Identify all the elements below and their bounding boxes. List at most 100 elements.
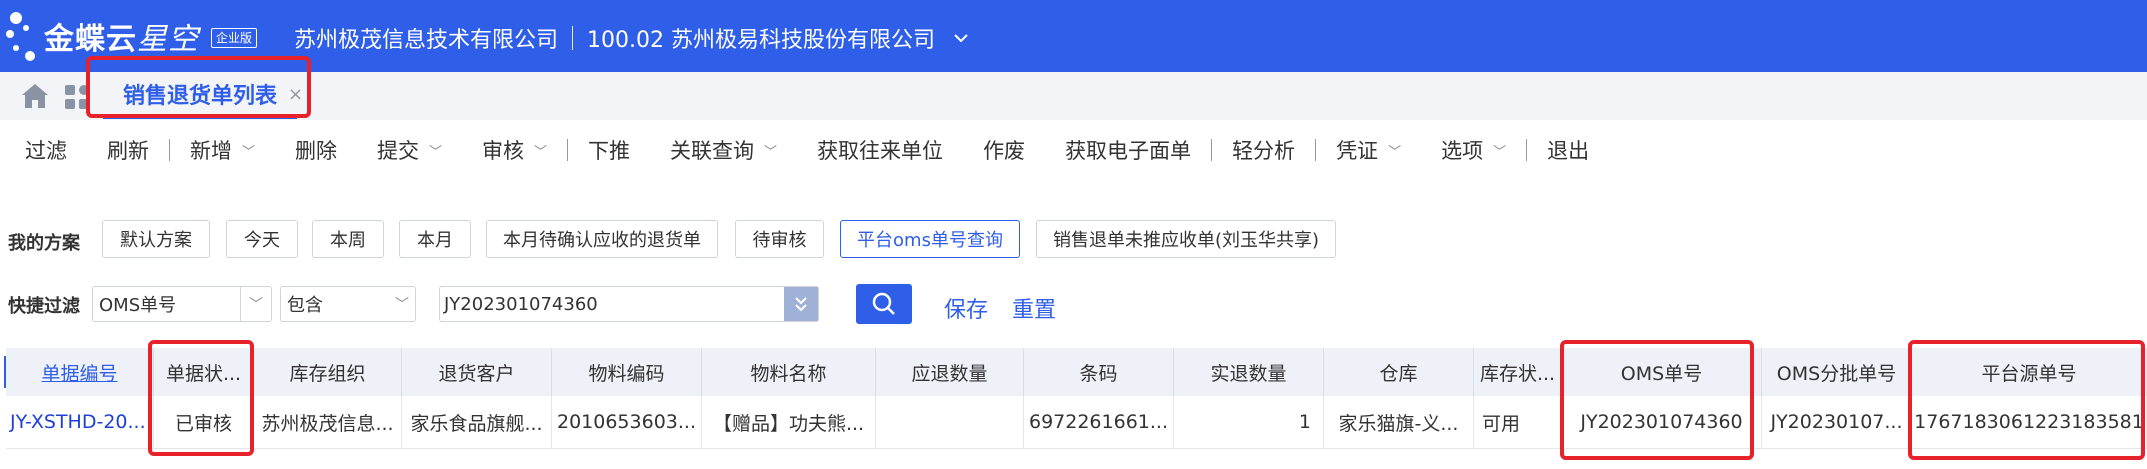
- chevron-down-icon[interactable]: ﹀: [1493, 141, 1506, 160]
- top-bar: 金蝶云星空 企业版 苏州极茂信息技术有限公司 100.02 苏州极易科技股份有限…: [0, 0, 2147, 72]
- cell-return-customer: 家乐食品旗舰...: [402, 396, 552, 448]
- filter-value-input[interactable]: JY202301074360: [439, 286, 819, 322]
- quick-filter-label: 快捷过滤: [8, 296, 80, 317]
- my-schemes-label: 我的方案: [8, 233, 80, 254]
- double-chevron-down-icon[interactable]: [784, 287, 818, 321]
- column-platform-source-no[interactable]: 平台源单号: [1912, 348, 2147, 396]
- search-icon: [872, 292, 895, 315]
- table-header: 单据编号 单据状... 库存组织 退货客户 物料编码 物料名称 应退数量 条码 …: [6, 348, 2147, 396]
- home-icon[interactable]: [20, 82, 50, 110]
- toolbar: 过滤 刷新 新增 ﹀ 删除 提交 ﹀ 审核 ﹀ 下推 关联查询 ﹀ 获取往来单位 作废 …: [0, 120, 2147, 180]
- column-return-customer[interactable]: 退货客户: [402, 348, 552, 396]
- table-row[interactable]: JY-XSTHD-20... 已审核 苏州极茂信息... 家乐食品旗舰... 2…: [6, 396, 2147, 449]
- related-query-button[interactable]: 关联查询 ﹀: [650, 135, 797, 165]
- cell-bill-status: 已审核: [154, 396, 254, 448]
- scheme-this-week[interactable]: 本周: [312, 220, 384, 258]
- void-label: 作废: [983, 139, 1026, 163]
- scheme-pending-audit[interactable]: 待审核: [735, 220, 824, 258]
- new-label: 新增: [190, 139, 232, 163]
- chevron-down-icon[interactable]: [953, 28, 969, 49]
- column-oms-batch-no[interactable]: OMS分批单号: [1762, 348, 1912, 396]
- current-org[interactable]: 苏州极茂信息技术有限公司: [294, 22, 558, 54]
- submit-label: 提交: [377, 139, 420, 163]
- chevron-down-icon[interactable]: ﹀: [395, 287, 409, 321]
- search-button[interactable]: [856, 284, 912, 324]
- tab-sales-return-list[interactable]: 销售退货单列表: [103, 80, 298, 119]
- chevron-down-icon[interactable]: ﹀: [764, 141, 777, 160]
- options-label: 选项: [1441, 139, 1484, 163]
- voucher-button[interactable]: 凭证 ﹀: [1316, 135, 1421, 165]
- chevron-down-icon[interactable]: ﹀: [429, 141, 442, 160]
- column-qty-returned[interactable]: 实退数量: [1174, 348, 1324, 396]
- current-account[interactable]: 100.02 苏州极易科技股份有限公司: [587, 22, 935, 54]
- cell-oms-no: JY202301074360: [1562, 396, 1762, 448]
- scheme-default[interactable]: 默认方案: [102, 220, 210, 258]
- filter-value-text[interactable]: JY202301074360: [444, 294, 598, 315]
- product-logo: 金蝶云星空: [44, 14, 199, 58]
- chevron-down-icon[interactable]: ﹀: [534, 141, 547, 160]
- chevron-down-icon[interactable]: ﹀: [242, 141, 255, 160]
- scheme-unpushed-receivable[interactable]: 销售退单未推应收单(刘玉华共享): [1036, 220, 1336, 258]
- scheme-pending-receivable[interactable]: 本月待确认应收的退货单: [486, 220, 718, 258]
- column-bill-no[interactable]: 单据编号: [6, 348, 154, 396]
- cell-bill-no[interactable]: JY-XSTHD-20...: [6, 396, 154, 448]
- cell-stock-status: 可用: [1474, 396, 1562, 448]
- audit-label: 审核: [482, 139, 525, 163]
- void-button[interactable]: 作废: [963, 135, 1045, 165]
- org-switcher[interactable]: 苏州极茂信息技术有限公司 100.02 苏州极易科技股份有限公司: [294, 22, 969, 54]
- column-stock-org[interactable]: 库存组织: [254, 348, 402, 396]
- audit-button[interactable]: 审核 ﹀: [462, 135, 567, 165]
- logo-brand: 金蝶云: [44, 22, 137, 57]
- cell-material-name: 【赠品】功夫熊...: [702, 396, 876, 448]
- push-down-button[interactable]: 下推: [568, 135, 650, 165]
- scheme-this-month[interactable]: 本月: [399, 220, 471, 258]
- column-bill-status[interactable]: 单据状...: [154, 348, 254, 396]
- filter-operator-value: 包含: [287, 295, 323, 316]
- kingdee-logo-icon: [6, 12, 35, 61]
- column-warehouse[interactable]: 仓库: [1324, 348, 1474, 396]
- new-button[interactable]: 新增 ﹀: [170, 135, 275, 165]
- column-stock-status[interactable]: 库存状...: [1474, 348, 1562, 396]
- light-analysis-label: 轻分析: [1232, 139, 1296, 163]
- delete-button[interactable]: 删除: [275, 135, 357, 165]
- filter-field-value: OMS单号: [99, 295, 177, 316]
- tab-bar: [0, 72, 2147, 120]
- column-material-name[interactable]: 物料名称: [702, 348, 876, 396]
- column-barcode[interactable]: 条码: [1024, 348, 1174, 396]
- get-partner-label: 获取往来单位: [817, 139, 944, 163]
- cell-material-code: 2010653603...: [552, 396, 702, 448]
- cell-barcode: 6972261661...: [1024, 396, 1174, 448]
- apps-grid-icon[interactable]: [64, 84, 90, 110]
- cell-platform-source-no: 1767183061223183581: [1912, 396, 2147, 448]
- exit-button[interactable]: 退出: [1527, 135, 1609, 165]
- refresh-button[interactable]: 刷新: [87, 135, 169, 165]
- filter-button[interactable]: 过滤: [0, 135, 87, 165]
- options-button[interactable]: 选项 ﹀: [1421, 135, 1526, 165]
- edition-badge: 企业版: [211, 28, 258, 48]
- close-icon[interactable]: ×: [288, 84, 303, 105]
- get-partner-button[interactable]: 获取往来单位: [797, 135, 963, 165]
- scheme-today[interactable]: 今天: [226, 220, 298, 258]
- chevron-down-icon[interactable]: ﹀: [1388, 141, 1401, 160]
- push-down-label: 下推: [588, 139, 631, 163]
- reset-filter-link[interactable]: 重置: [1012, 292, 1056, 324]
- related-query-label: 关联查询: [670, 139, 755, 163]
- save-filter-link[interactable]: 保存: [944, 292, 988, 324]
- cell-stock-org: 苏州极茂信息...: [254, 396, 402, 448]
- column-qty-due[interactable]: 应退数量: [876, 348, 1024, 396]
- get-waybill-button[interactable]: 获取电子面单: [1045, 135, 1211, 165]
- filter-label: 过滤: [25, 139, 67, 163]
- filter-operator-select[interactable]: 包含 ﹀: [280, 286, 416, 322]
- divider: [572, 26, 574, 50]
- delete-label: 删除: [295, 139, 338, 163]
- filter-field-select[interactable]: OMS单号 ﹀: [92, 286, 272, 322]
- exit-label: 退出: [1547, 139, 1590, 163]
- submit-button[interactable]: 提交 ﹀: [357, 135, 462, 165]
- light-analysis-button[interactable]: 轻分析: [1212, 135, 1315, 165]
- scheme-oms-query[interactable]: 平台oms单号查询: [840, 220, 1020, 258]
- cell-qty-due: [876, 396, 1024, 448]
- column-oms-no[interactable]: OMS单号: [1562, 348, 1762, 396]
- chevron-down-icon[interactable]: ﹀: [240, 287, 271, 321]
- get-waybill-label: 获取电子面单: [1065, 139, 1192, 163]
- column-material-code[interactable]: 物料编码: [552, 348, 702, 396]
